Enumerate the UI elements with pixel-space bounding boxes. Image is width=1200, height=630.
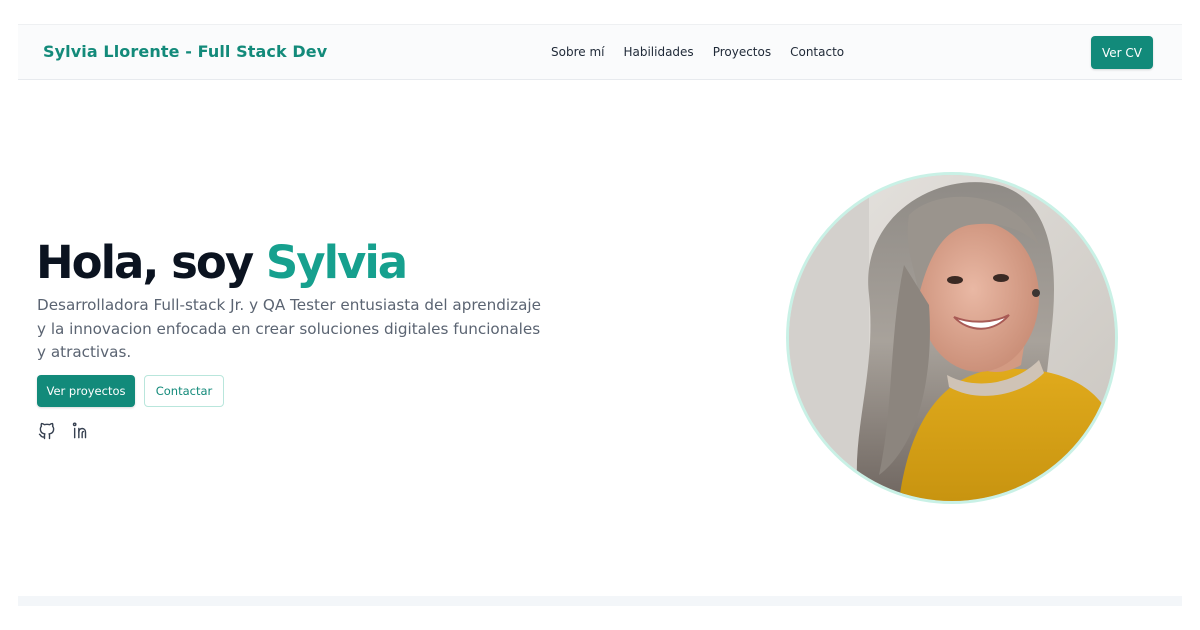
- linkedin-icon[interactable]: [69, 420, 91, 442]
- page-frame: Sylvia Llorente - Full Stack Dev Sobre m…: [18, 24, 1182, 606]
- contact-button[interactable]: Contactar: [144, 375, 224, 407]
- nav-links: Sobre mí Habilidades Proyectos Contacto: [551, 45, 844, 59]
- github-icon[interactable]: [36, 420, 58, 442]
- view-cv-button[interactable]: Ver CV: [1091, 36, 1153, 69]
- hero-title: Hola, soy Sylvia: [36, 236, 408, 289]
- nav-link-contacto[interactable]: Contacto: [790, 45, 844, 59]
- nav-link-sobre-mi[interactable]: Sobre mí: [551, 45, 604, 59]
- hero-name: Sylvia: [265, 236, 408, 289]
- navbar: Sylvia Llorente - Full Stack Dev Sobre m…: [18, 24, 1182, 80]
- nav-link-proyectos[interactable]: Proyectos: [713, 45, 771, 59]
- profile-photo: [786, 172, 1118, 504]
- hero-description: Desarrolladora Full-stack Jr. y QA Teste…: [37, 296, 541, 361]
- section-divider: [18, 596, 1182, 606]
- nav-link-habilidades[interactable]: Habilidades: [623, 45, 693, 59]
- view-projects-button[interactable]: Ver proyectos: [37, 375, 135, 407]
- brand-name[interactable]: Sylvia Llorente - Full Stack Dev: [43, 42, 327, 61]
- hero-greeting: Hola, soy: [36, 236, 254, 289]
